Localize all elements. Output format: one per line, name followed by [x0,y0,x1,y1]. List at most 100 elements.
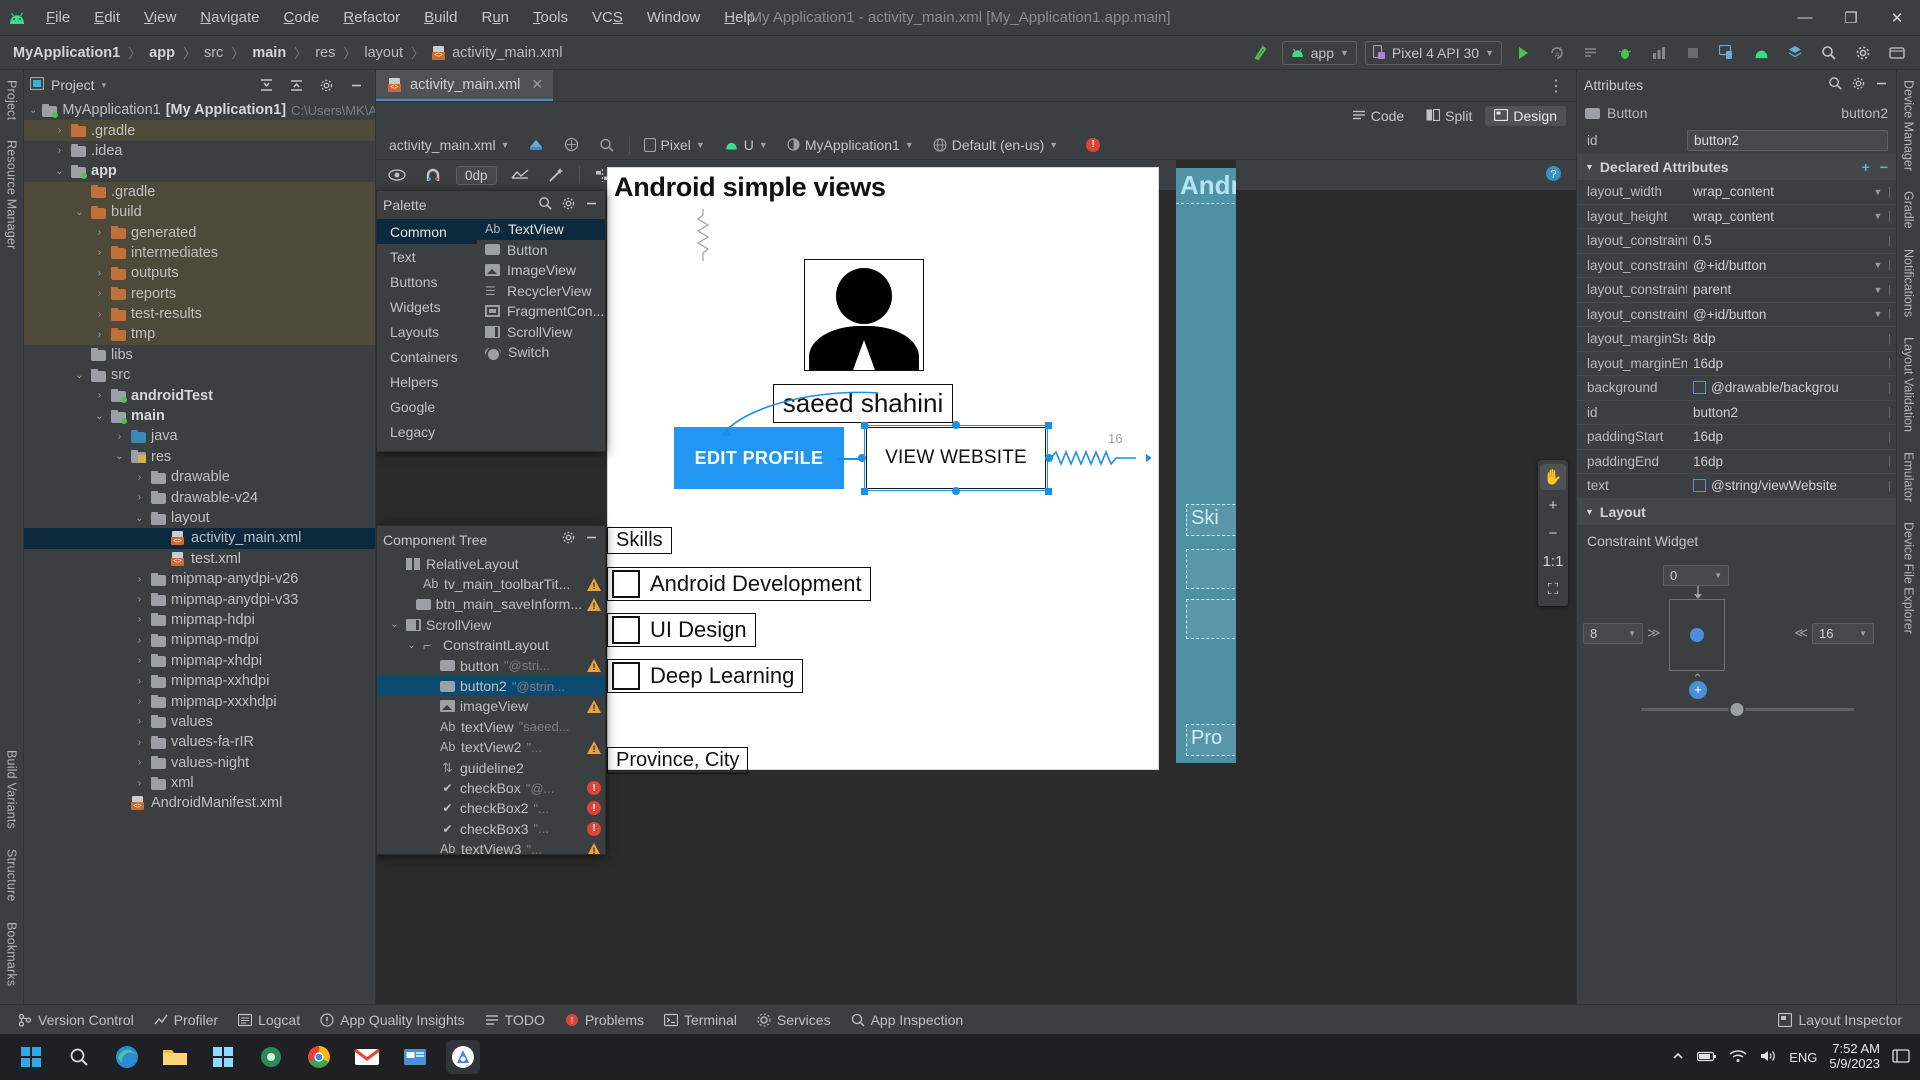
component-tree-row[interactable]: imageView [377,696,605,716]
file-explorer-icon[interactable] [158,1040,192,1074]
edge-icon[interactable] [110,1040,144,1074]
add-attribute-button[interactable]: + [1862,159,1870,175]
rail-item-notifications[interactable]: Notifications [1902,239,1916,327]
component-tree-row[interactable]: button "@stri... [377,655,605,675]
breadcrumb-res[interactable]: res [312,44,338,62]
expand-arrow-icon[interactable]: › [133,655,146,666]
search-icon[interactable] [1828,76,1843,95]
chevron-down-icon[interactable]: ▾ [102,80,107,91]
expand-arrow-icon[interactable]: › [53,145,66,156]
attribute-value[interactable]: @string/viewWebsite [1687,478,1868,493]
expand-all-icon[interactable] [253,72,279,98]
expand-arrow-icon[interactable]: ⌄ [113,451,126,462]
constraint-center-handle[interactable] [1690,627,1704,642]
project-panel-title-group[interactable]: Project ▾ [29,76,107,93]
attribute-value[interactable]: 16dp [1687,356,1868,371]
expand-arrow-icon[interactable]: › [93,227,106,238]
magnet-icon[interactable] [420,162,446,188]
hide-icon[interactable] [343,72,369,98]
tab-activity-main-xml[interactable]: <> activity_main.xml ✕ [376,70,554,101]
project-tree[interactable]: ⌄ MyApplication1 [My Application1] C:\Users… [24,100,375,1004]
palette-item-textview[interactable]: Ab TextView [477,219,605,240]
project-tree-row[interactable]: libs [24,345,375,365]
attribute-row[interactable]: id button2 | [1577,401,1896,425]
collapse-all-icon[interactable] [283,72,309,98]
declared-attributes-section[interactable]: ▼ Declared Attributes + − [1577,154,1896,180]
breadcrumb-project[interactable]: MyApplication1 [10,44,123,62]
rail-item-emulator[interactable]: Emulator [1902,442,1916,512]
close-icon[interactable]: ✕ [531,76,543,93]
debug-icon[interactable] [1612,40,1638,66]
project-tree-row[interactable]: ⌄ layout [24,508,375,528]
component-tree-row[interactable]: Ab textView2 "... [377,737,605,757]
attribute-value[interactable]: wrap_content [1687,184,1868,199]
project-tree-row[interactable]: ⌄ src [24,365,375,385]
warning-icon[interactable] [587,659,601,673]
checkbox-icon[interactable] [612,662,640,690]
mode-split-button[interactable]: Split [1417,106,1481,126]
avd-icon[interactable] [1748,40,1774,66]
palette-item-list[interactable]: Ab TextView Button ImageView ☰ RecyclerView Fr… [477,219,605,451]
attribute-value[interactable]: @+id/button [1687,307,1868,322]
expand-arrow-icon[interactable]: ⌄ [133,513,146,524]
palette-category-google[interactable]: Google [377,394,477,419]
attribute-row[interactable]: background @drawable/backgrou | [1577,376,1896,401]
run-button[interactable] [1510,40,1536,66]
expand-arrow-icon[interactable]: › [133,614,146,625]
search-icon[interactable] [1816,40,1842,66]
menu-navigate[interactable]: Navigate [188,5,271,30]
component-tree-row[interactable]: Ab tv_main_toolbarTit... [377,574,605,594]
component-tree-row[interactable]: Ab textView3 "... [377,839,605,854]
menu-edit[interactable]: Edit [82,5,132,30]
project-tree-row[interactable]: › androidTest [24,385,375,405]
breadcrumb-file[interactable]: <> activity_main.xml [429,44,565,62]
expand-arrow-icon[interactable]: › [133,757,146,768]
attribute-rows[interactable]: layout_width wrap_content ▼ | layout_height w… [1577,180,1896,499]
theme-selector[interactable]: MyApplication1 ▼ [782,135,919,155]
expand-arrow-icon[interactable]: › [133,778,146,789]
selection-handle-top[interactable] [952,421,960,429]
constraint-left-field[interactable]: 8 ▼ [1583,622,1643,644]
chevron-down-icon[interactable]: ▼ [1868,260,1888,270]
component-tree-row[interactable]: btn_main_saveInform... [377,594,605,614]
palette-category-text[interactable]: Text [377,244,477,269]
rail-item-bookmarks[interactable]: Bookmarks [5,912,19,996]
hide-icon[interactable] [584,196,599,215]
rail-item-structure[interactable]: Structure [5,839,19,912]
project-tree-row[interactable]: ⌄ build [24,201,375,223]
status-problems[interactable]: ! Problems [555,1010,654,1030]
checkbox-row-ui-design[interactable]: UI Design [607,613,756,647]
component-tree-row[interactable]: ⌄ ⌐ ConstraintLayout [377,635,605,655]
eye-icon[interactable] [384,162,410,188]
menu-vcs[interactable]: VCS [580,5,635,30]
constraint-add-icon[interactable]: + [1689,680,1707,699]
magic-wand-icon[interactable] [543,162,569,188]
design-surface[interactable]: 0dp ? Andr Ski Pro Android simple views … [376,160,1576,1004]
attribute-row[interactable]: layout_height wrap_content ▼ | [1577,205,1896,229]
project-tree-row[interactable]: › intermediates [24,242,375,264]
chevron-down-icon[interactable]: ▼ [1859,629,1867,638]
expand-arrow-icon[interactable]: › [113,431,126,442]
project-tree-row[interactable]: ⌄ MyApplication1 [My Application1] C:\Users… [24,100,375,120]
project-tree-row[interactable]: › mipmap-anydpi-v33 [24,589,375,609]
palette-category-widgets[interactable]: Widgets [377,294,477,319]
close-button[interactable]: ✕ [1874,0,1920,36]
phone-preview[interactable]: Android simple views saeed shahini EDIT … [607,168,1158,774]
apply-changes-icon[interactable]: A [1544,40,1570,66]
project-tree-row[interactable]: › reports [24,283,375,304]
zoom-out-icon[interactable]: − [1540,520,1566,546]
avatar-imageview[interactable] [804,259,924,371]
constraint-bias-slider[interactable] [1641,707,1854,711]
rail-item-device-file-explorer[interactable]: Device File Explorer [1902,512,1916,644]
blueprint-view[interactable]: Android Ski Pro [1176,160,1236,1004]
project-tree-row[interactable]: ⌄ app [24,161,375,181]
component-tree-row[interactable]: ⇅ guideline2 [377,757,605,777]
error-icon[interactable]: ! [587,821,601,836]
project-tree-row[interactable]: <> AndroidManifest.xml [24,793,375,813]
expand-arrow-icon[interactable]: › [133,676,146,687]
expand-arrow-icon[interactable]: › [133,737,146,748]
expand-arrow-icon[interactable]: › [93,329,106,340]
store-icon[interactable] [206,1040,240,1074]
chrome-icon[interactable] [302,1040,336,1074]
palette-item-fragmentcon-[interactable]: FragmentCon... [477,301,605,322]
